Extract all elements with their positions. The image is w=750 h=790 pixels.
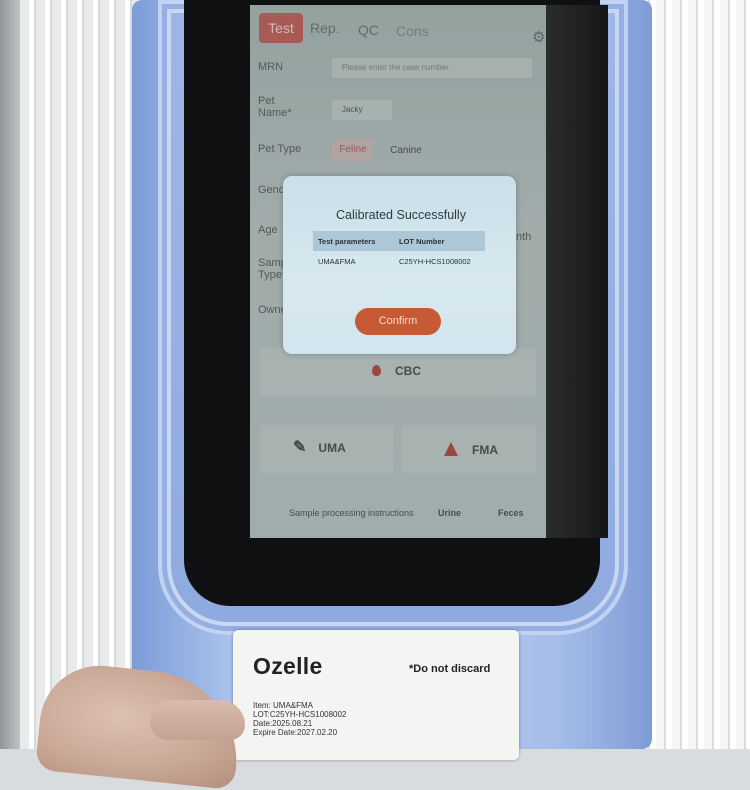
urine-link[interactable]: Urine [438, 508, 461, 518]
feces-link[interactable]: Feces [498, 508, 524, 518]
tab-test[interactable]: Test [259, 13, 303, 43]
calibration-card: Ozelle *Do not discard Item: UMA&FMA LOT… [233, 630, 519, 760]
pet-type-label: Pet Type [258, 143, 302, 155]
card-date: Date:2025.08.21 [253, 719, 313, 728]
screen-edge [546, 5, 608, 538]
row-lot-number: C25YH-HCS1008002 [399, 257, 471, 266]
fma-button[interactable]: FMA [444, 430, 498, 470]
col-lot-number: LOT Number [399, 237, 445, 246]
pen-icon: ✎ [293, 439, 307, 456]
device-frame-right [640, 0, 750, 749]
device-frame-left [20, 0, 150, 749]
uma-button[interactable]: ✎ UMA [293, 428, 346, 468]
card-item: Item: UMA&FMA [253, 701, 314, 710]
confirm-button[interactable]: Confirm [355, 308, 441, 335]
pet-type-feline[interactable]: Feline [332, 139, 374, 161]
card-expire-date: Expire Date:2027.02.20 [253, 728, 338, 737]
pet-name-label: Pet Name* [258, 95, 292, 119]
do-not-discard-notice: *Do not discard [409, 663, 491, 675]
card-lot: LOT:C25YH-HCS1008002 [253, 710, 347, 719]
age-unit-label: nth [516, 231, 532, 243]
age-label: Age [258, 224, 278, 236]
gear-icon[interactable]: ⚙ [532, 30, 546, 45]
tab-cons[interactable]: Cons [396, 23, 429, 39]
calibration-dialog: Calibrated Successfully Test parameters … [283, 176, 516, 354]
pet-name-input[interactable]: Jacky [332, 100, 392, 120]
hand-thumb [150, 700, 245, 740]
mrn-input[interactable]: Please enter the case number [332, 58, 532, 78]
blood-drop-icon [372, 365, 381, 376]
uma-label: UMA [318, 441, 346, 455]
cbc-label: CBC [395, 364, 421, 378]
row-test-parameter: UMA&FMA [318, 257, 356, 266]
pet-type-canine[interactable]: Canine [384, 140, 428, 162]
tab-rep[interactable]: Rep. [310, 20, 340, 36]
sample-instructions-link[interactable]: Sample processing instructions [289, 508, 414, 518]
tab-qc[interactable]: QC [358, 22, 379, 38]
brand-logo: Ozelle [253, 653, 323, 679]
dialog-title: Calibrated Successfully [336, 208, 466, 222]
table-header: Test parameters LOT Number [313, 231, 485, 251]
mrn-label: MRN [258, 61, 284, 73]
col-test-parameters: Test parameters [318, 237, 376, 246]
fma-label: FMA [472, 443, 498, 457]
sample-cup-icon [444, 442, 458, 456]
cbc-button[interactable]: CBC [372, 351, 421, 391]
